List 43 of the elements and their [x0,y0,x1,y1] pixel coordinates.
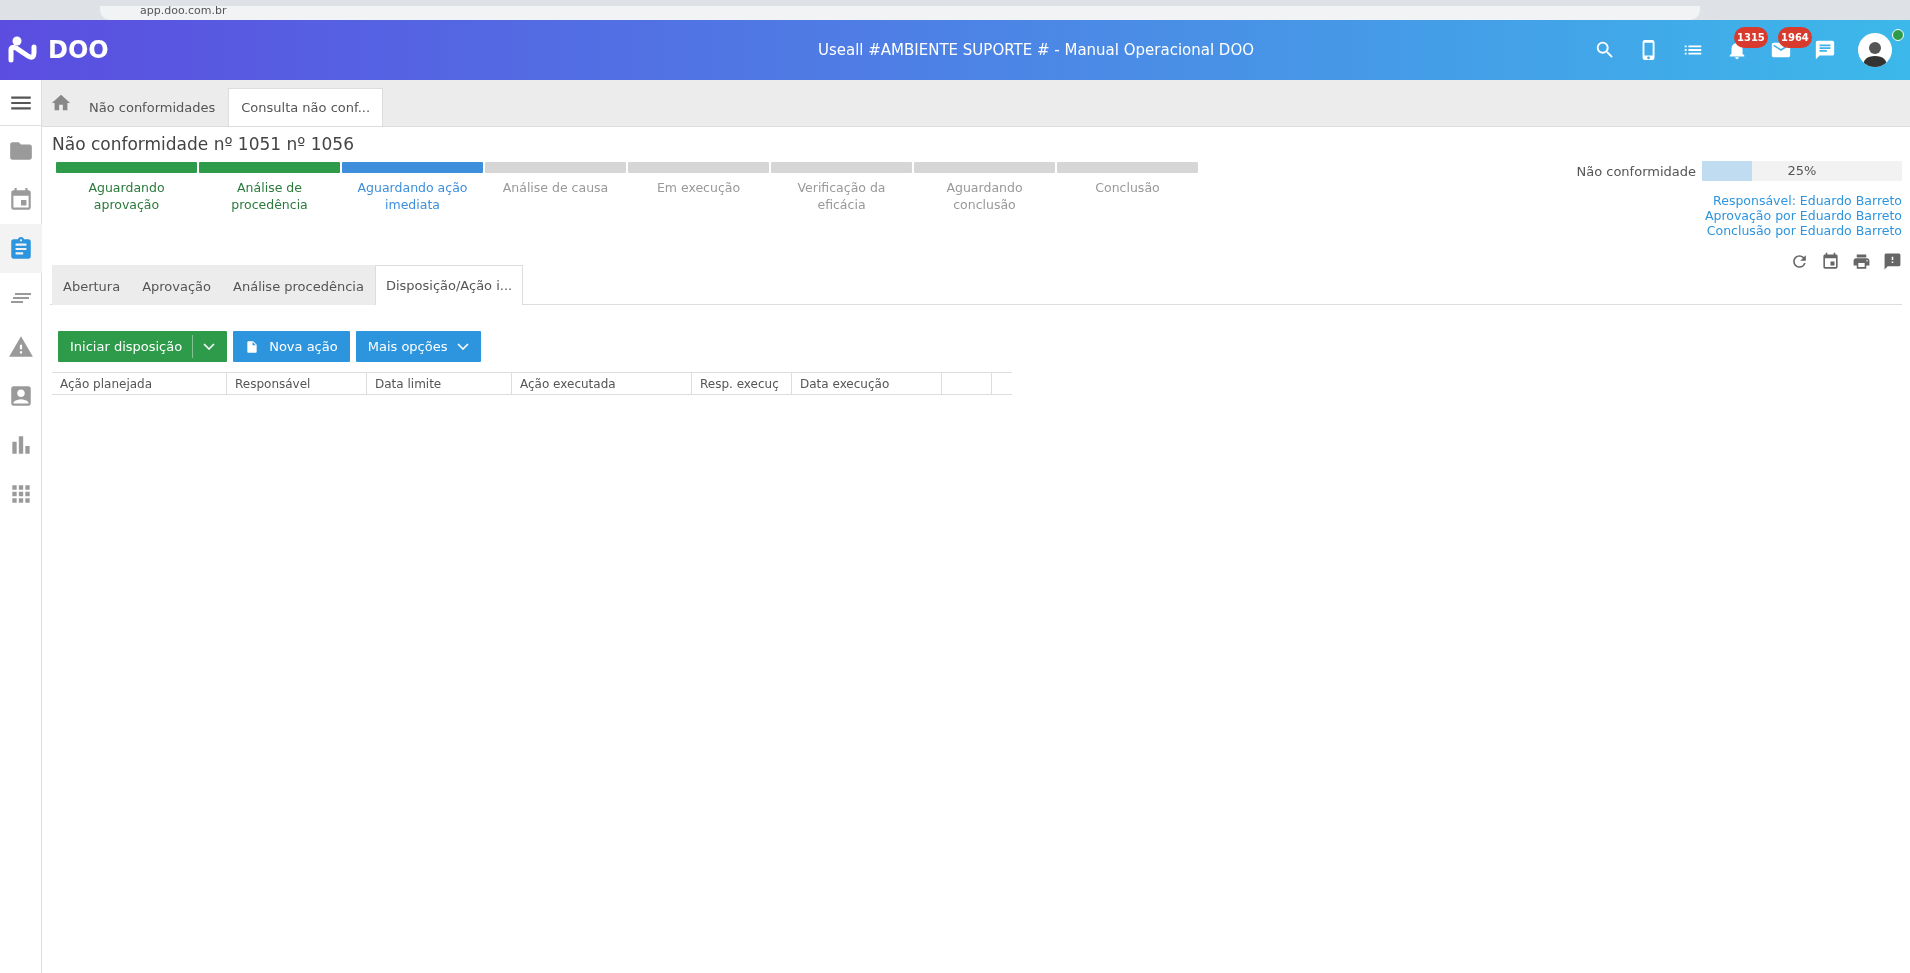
page-tab[interactable]: Não conformidades [76,88,229,126]
page-title: Não conformidade nº 1051 nº 1056 [51,133,355,156]
start-button[interactable]: Iniciar disposição [58,331,228,362]
search-icon[interactable] [1594,39,1616,61]
step-label: Aguardando aprovação [87,179,166,213]
caret-icon [457,343,470,350]
user-avatar[interactable] [1858,33,1892,67]
progress-label: Não conformidade [1576,163,1696,179]
message-count: 1964 [1778,27,1812,48]
address-bar[interactable]: app.doo.com.br [100,6,1700,20]
caret-icon [203,343,216,350]
window-title: Useall #AMBIENTE SUPORTE # - Manual Operacional DOO [816,41,1256,59]
online-status-dot [1892,29,1904,41]
print-icon[interactable] [1852,252,1871,271]
info-link[interactable]: Conclusão por Eduardo Barreto [1706,223,1902,238]
column-header[interactable]: Data limite [367,373,512,394]
step-label: Análise de procedência [230,179,309,213]
progress-reading: 25% [1786,163,1818,178]
calendar-icon[interactable] [1821,252,1840,271]
column-header[interactable]: Ação executada [512,373,692,394]
lines-icon [10,292,31,303]
column-header[interactable]: Resp. execuç [692,373,792,394]
column-header[interactable]: Ação planejada [52,373,227,394]
info-link[interactable]: Aprovação por Eduardo Barreto [1704,208,1902,223]
step-label: Verificação da eficácia [796,179,887,213]
step-label: Aguardando ação imediata [356,179,469,213]
step-label: Aguardando conclusão [945,179,1024,213]
tab[interactable]: Disposição/Ação i... [374,265,524,305]
chat-icon[interactable] [1814,39,1836,61]
sidebar-item[interactable] [0,224,42,273]
document-icon [245,339,260,354]
logo-text: DOO [48,36,109,64]
column-header[interactable]: Data execução [792,373,942,394]
step-label: Conclusão [1095,179,1160,196]
page-tab[interactable]: Consulta não conf... [228,88,384,126]
column-header[interactable]: Responsável [227,373,367,394]
notification-count: 1315 [1734,27,1768,48]
refresh-icon[interactable] [1790,252,1809,271]
comment-icon[interactable] [1883,252,1902,271]
logo-icon [8,36,38,64]
step-label: Em execução [656,179,741,196]
info-link[interactable]: Responsável: Eduardo Barreto [1713,193,1902,208]
step-label: Análise de causa [502,179,609,196]
